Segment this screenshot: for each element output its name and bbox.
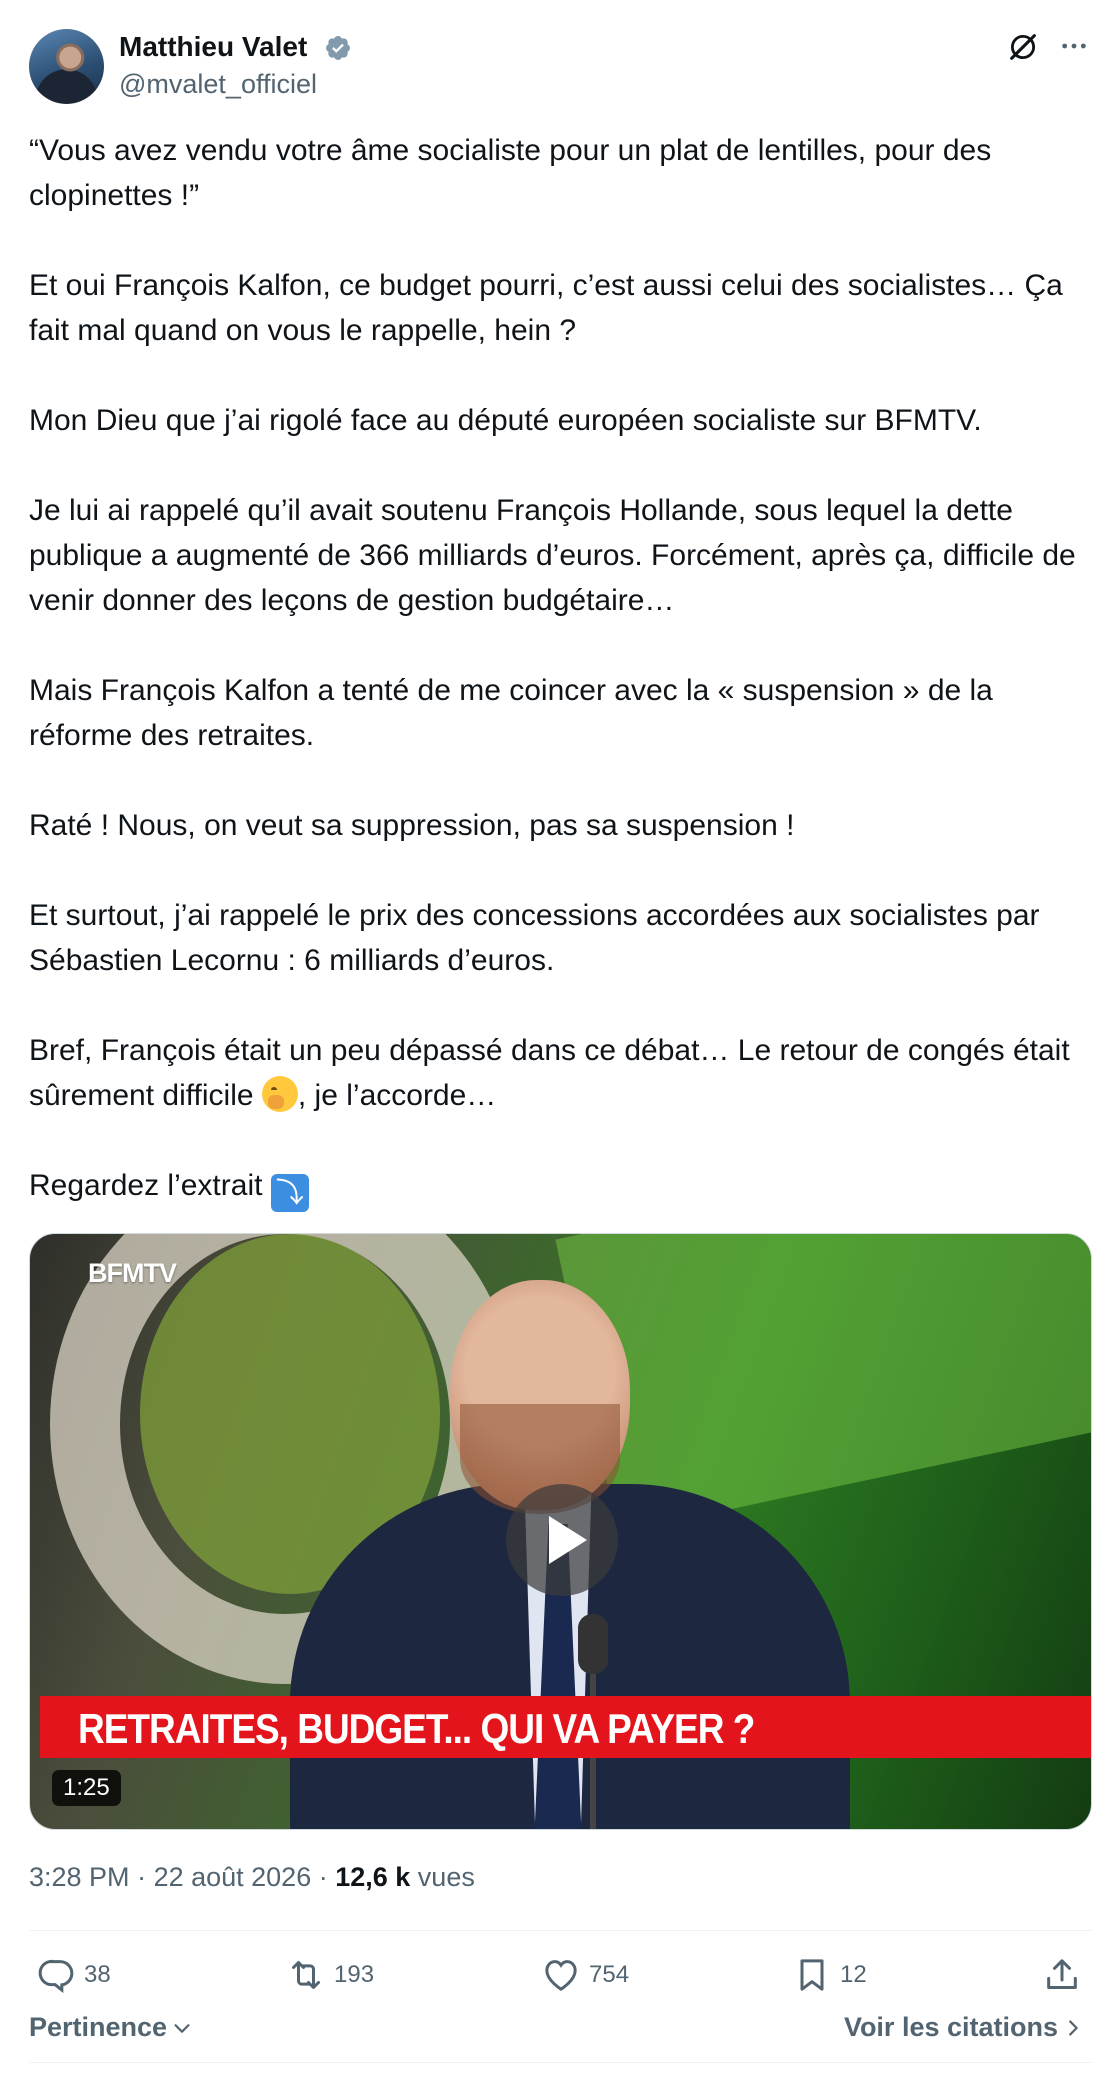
sort-dropdown[interactable]: Pertinence: [29, 2012, 193, 2043]
bookmark-icon: [800, 1959, 824, 1991]
channel-logo: BFMTV: [88, 1258, 177, 1288]
view-quotes-link[interactable]: Voir les citations: [844, 2012, 1084, 2043]
quotes-label: Voir les citations: [843, 2012, 1058, 2042]
video-duration: 1:25: [52, 1770, 121, 1806]
tweet-date[interactable]: 22 août 2026: [154, 1862, 312, 1892]
share-icon: [1047, 1959, 1077, 1989]
tweet-paragraph: Raté ! Nous, on veut sa suppression, pas…: [29, 809, 795, 842]
paragraph-text: Bref, François était un peu dépassé dans…: [29, 1034, 1078, 1112]
video-player[interactable]: BFMTV RETRAITES, BUDGET... QUI VA PAYER …: [29, 1233, 1092, 1830]
arrow-down-right-icon: ⤵: [270, 1174, 309, 1212]
repost-icon: [292, 1961, 320, 1989]
like-count: 754: [589, 1961, 630, 1988]
play-icon[interactable]: [506, 1484, 618, 1596]
action-bar: 38 193 754 12: [0, 1950, 1113, 2000]
divider: [29, 2062, 1092, 2063]
share-button[interactable]: [1042, 1950, 1090, 2000]
sort-label: Pertinence: [29, 2012, 168, 2042]
divider: [29, 1930, 1092, 1931]
tweet-meta: 3:28 PM · 22 août 2026 · 12,6 k vues: [29, 1862, 475, 1893]
tweet-paragraph: “Vous avez vendu votre âme socialiste po…: [29, 134, 1000, 212]
tweet-paragraph: Mais François Kalfon a tenté de me coinc…: [29, 674, 1002, 752]
heart-icon: [545, 1960, 577, 1991]
tweet-paragraph: Bref, François était un peu dépassé dans…: [29, 1028, 1089, 1118]
avatar[interactable]: [29, 29, 104, 104]
bookmark-button[interactable]: 12: [792, 1950, 867, 2000]
tweet-paragraph: Je lui ai rappelé qu’il avait soutenu Fr…: [29, 494, 1085, 617]
views-label: vues: [410, 1862, 475, 1892]
paragraph-text: , je l’accorde…: [297, 1079, 497, 1112]
meta-separator: ·: [311, 1862, 336, 1892]
face-with-hand-over-mouth-icon: [261, 1076, 298, 1112]
tweet-header: Matthieu Valet @mvalet_officiel: [0, 0, 1113, 120]
news-banner-text: RETRAITES, BUDGET... QUI VA PAYER ?: [78, 1706, 755, 1752]
like-button[interactable]: 754: [541, 1950, 629, 2000]
chevron-down-icon: [174, 2023, 190, 2033]
replies-footer: Pertinence Voir les citations: [0, 2012, 1113, 2057]
views-count: 12,6 k: [335, 1862, 411, 1892]
tweet-paragraph: Mon Dieu que j’ai rigolé face au député …: [29, 404, 982, 437]
more-icon[interactable]: [1058, 30, 1090, 62]
author-handle[interactable]: @mvalet_officiel: [119, 69, 317, 100]
paragraph-text: Regardez l’extrait: [29, 1169, 271, 1202]
bookmark-count: 12: [840, 1961, 867, 1988]
meta-separator: ·: [129, 1862, 154, 1892]
verified-badge-icon: [326, 36, 350, 60]
tweet-time[interactable]: 3:28 PM: [29, 1862, 130, 1892]
repost-button[interactable]: 193: [286, 1950, 374, 2000]
tweet-paragraph: Et surtout, j’ai rappelé le prix des con…: [29, 899, 1048, 977]
reply-icon: [38, 1959, 74, 1994]
repost-count: 193: [334, 1961, 375, 1988]
grok-icon[interactable]: [1006, 30, 1040, 64]
chevron-right-icon: [1069, 2019, 1078, 2036]
tweet-paragraph: Regardez l’extrait ⤵: [29, 1163, 1089, 1212]
reply-count: 38: [84, 1961, 111, 1988]
author-name[interactable]: Matthieu Valet: [119, 31, 307, 63]
tweet-paragraph: Et oui François Kalfon, ce budget pourri…: [29, 269, 1072, 347]
reply-button[interactable]: 38: [36, 1950, 111, 2000]
tweet-text: “Vous avez vendu votre âme socialiste po…: [29, 128, 1089, 1212]
microphone: [578, 1614, 608, 1674]
